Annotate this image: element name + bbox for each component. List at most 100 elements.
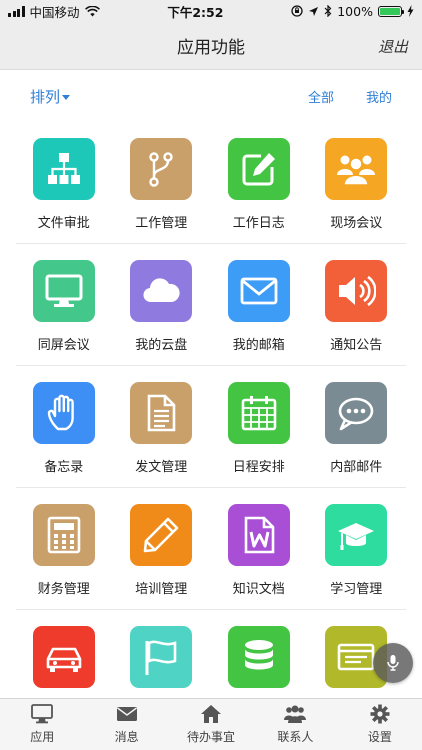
battery-icon	[377, 5, 404, 17]
location-arrow-icon	[309, 6, 319, 16]
monitor-icon	[31, 704, 54, 724]
app-item-memo[interactable]: 备忘录	[15, 366, 113, 488]
filter-mine-link[interactable]: 我的	[366, 87, 392, 106]
envelope-icon	[116, 707, 137, 721]
app-label: 备忘录	[44, 460, 84, 475]
branch-icon	[149, 152, 173, 187]
tab-label: 应用	[30, 730, 55, 744]
exit-button[interactable]: 退出	[378, 36, 408, 57]
app-label: 培训管理	[135, 582, 188, 597]
app-tile	[227, 260, 290, 322]
tab-apps[interactable]: 应用	[0, 699, 84, 750]
app-tile	[32, 504, 95, 566]
app-row: 备忘录 发文管理 日程安排 内部邮件	[0, 366, 422, 488]
tab-todo[interactable]: 待办事宜	[169, 699, 253, 750]
app-tile	[130, 504, 193, 566]
app-tile	[227, 382, 290, 444]
org-chart-icon	[47, 153, 80, 184]
app-tile	[130, 260, 193, 322]
app-tile	[130, 382, 193, 444]
home-icon	[201, 705, 222, 723]
app-label: 同屏会议	[37, 338, 90, 353]
monitor-icon	[45, 274, 83, 307]
sort-dropdown[interactable]: 排列	[30, 86, 71, 107]
app-tile	[325, 504, 388, 566]
app-item-knowledge-docs[interactable]: 知识文档	[210, 488, 308, 610]
app-tile	[32, 138, 95, 200]
app-label: 知识文档	[232, 582, 285, 597]
filter-all-link[interactable]: 全部	[308, 87, 334, 106]
status-time: 下午2:52	[167, 4, 224, 20]
tab-contacts[interactable]: 联系人	[253, 699, 337, 750]
charging-icon	[407, 5, 414, 17]
caret-down-icon	[62, 94, 71, 100]
app-tile	[32, 626, 95, 688]
sort-label: 排列	[30, 87, 61, 106]
app-label: 文件审批	[37, 216, 90, 231]
microphone-icon	[387, 655, 399, 671]
voice-input-button[interactable]	[373, 643, 413, 683]
app-item-finance-management[interactable]: 财务管理	[15, 488, 113, 610]
edit-icon	[242, 153, 275, 186]
app-item-onsite-meeting[interactable]: 现场会议	[308, 122, 406, 244]
people-icon	[284, 705, 307, 723]
app-tile	[325, 138, 388, 200]
tab-label: 设置	[367, 730, 392, 744]
document-icon	[147, 394, 176, 432]
mail-icon	[240, 277, 278, 305]
app-item-announcement[interactable]: 通知公告	[308, 244, 406, 366]
tab-label: 联系人	[277, 730, 314, 744]
toolbar: 排列 全部 我的	[0, 70, 422, 122]
page-title: 应用功能	[177, 38, 245, 58]
app-item-database[interactable]	[210, 610, 308, 698]
app-item-screen-share-meeting[interactable]: 同屏会议	[15, 244, 113, 366]
app-grid: 文件审批 工作管理 工作日志 现场会议 同屏会议 我的云盘 我的邮箱 通知公告 …	[0, 122, 422, 698]
status-bar: 中国移动 下午2:52 100%	[0, 0, 422, 22]
app-item-dispatch-management[interactable]: 发文管理	[113, 366, 211, 488]
battery-percent: 100%	[337, 3, 373, 19]
gear-icon	[370, 704, 390, 724]
app-item-internal-mail[interactable]: 内部邮件	[308, 366, 406, 488]
app-tile	[227, 504, 290, 566]
app-label: 我的邮箱	[232, 338, 285, 353]
word-doc-icon	[244, 516, 275, 554]
app-item-work-log[interactable]: 工作日志	[210, 122, 308, 244]
app-label: 我的云盘	[135, 338, 188, 353]
orientation-lock-icon	[291, 5, 303, 17]
app-item-training-management[interactable]: 培训管理	[113, 488, 211, 610]
database-icon	[244, 640, 273, 670]
app-row: 同屏会议 我的云盘 我的邮箱 通知公告	[0, 244, 422, 366]
app-item-study-management[interactable]: 学习管理	[308, 488, 406, 610]
wifi-icon	[84, 5, 100, 16]
app-tile	[227, 626, 290, 688]
app-label: 工作管理	[135, 216, 188, 231]
app-item-vehicle[interactable]	[15, 610, 113, 698]
app-tile	[32, 260, 95, 322]
cloud-icon	[143, 278, 180, 303]
app-tile	[227, 138, 290, 200]
hand-icon	[47, 394, 74, 431]
id-card-icon	[337, 643, 375, 671]
app-row	[0, 610, 422, 698]
graduation-cap-icon	[338, 523, 375, 550]
calculator-icon	[47, 516, 81, 554]
app-item-mailbox[interactable]: 我的邮箱	[210, 244, 308, 366]
chat-icon	[338, 397, 374, 431]
car-icon	[46, 647, 82, 672]
app-item-work-management[interactable]: 工作管理	[113, 122, 211, 244]
app-tile	[325, 260, 388, 322]
app-label: 发文管理	[135, 460, 188, 475]
app-item-file-approval[interactable]: 文件审批	[15, 122, 113, 244]
app-label: 现场会议	[330, 216, 383, 231]
app-item-cloud-drive[interactable]: 我的云盘	[113, 244, 211, 366]
app-item-schedule[interactable]: 日程安排	[210, 366, 308, 488]
app-row: 文件审批 工作管理 工作日志 现场会议	[0, 122, 422, 244]
tab-label: 消息	[114, 730, 139, 744]
tab-messages[interactable]: 消息	[84, 699, 168, 750]
app-label: 工作日志	[232, 216, 285, 231]
nav-bar: 应用功能 退出	[0, 22, 422, 70]
app-tile	[130, 138, 193, 200]
tab-settings[interactable]: 设置	[338, 699, 422, 750]
app-tile	[32, 382, 95, 444]
app-item-flag[interactable]	[113, 610, 211, 698]
